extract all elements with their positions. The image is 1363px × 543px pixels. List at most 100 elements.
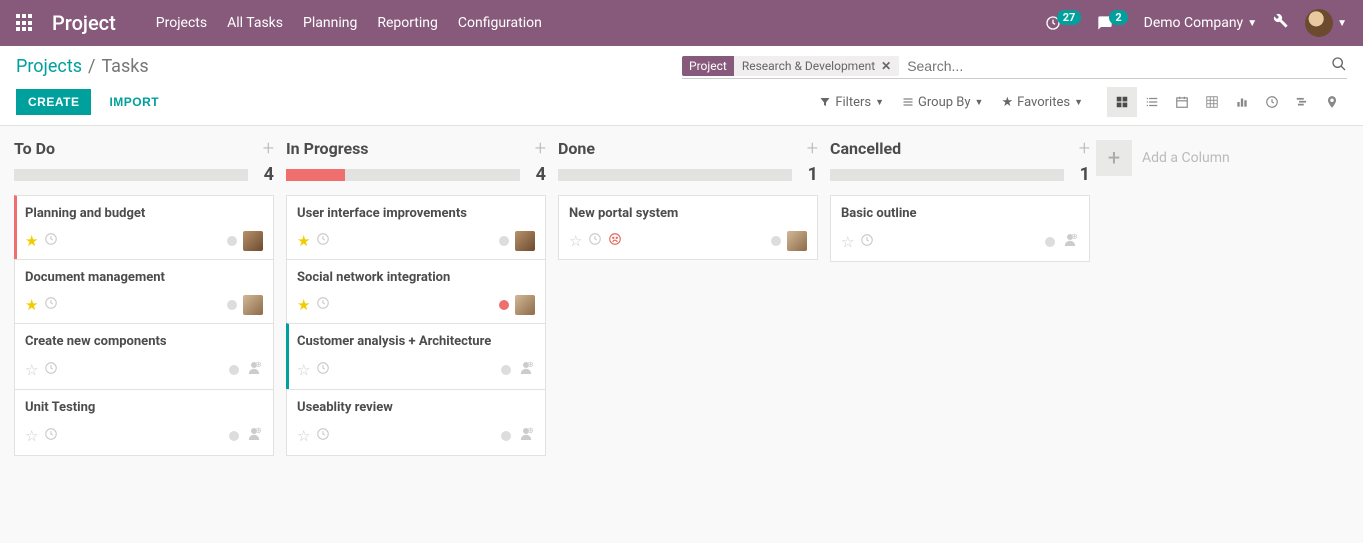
quick-create-icon[interactable]: +	[1079, 138, 1090, 158]
assignee-avatar[interactable]	[243, 295, 263, 315]
company-switcher[interactable]: Demo Company ▼	[1144, 15, 1257, 31]
kanban-card[interactable]: User interface improvements★	[286, 195, 546, 260]
column-title[interactable]: Done	[558, 139, 595, 158]
kanban-column: Cancelled+1Basic outline☆	[824, 138, 1096, 261]
pivot-view-icon[interactable]	[1197, 87, 1227, 117]
remove-facet-icon[interactable]: ✕	[881, 59, 891, 73]
assign-user-icon[interactable]	[517, 359, 535, 381]
kanban-state-dot[interactable]	[499, 236, 509, 246]
search-facet-label: Project	[682, 56, 734, 76]
company-label: Demo Company	[1144, 15, 1244, 31]
star-icon[interactable]: ☆	[25, 361, 38, 379]
assignee-avatar[interactable]	[787, 231, 807, 251]
activity-view-icon[interactable]	[1257, 87, 1287, 117]
column-progress[interactable]	[14, 169, 248, 181]
kanban-state-dot[interactable]	[501, 365, 511, 375]
activity-clock-icon[interactable]	[44, 427, 58, 445]
star-icon[interactable]: ☆	[297, 427, 310, 445]
star-icon[interactable]: ☆	[25, 427, 38, 445]
mood-sad-icon[interactable]	[608, 232, 622, 250]
map-view-icon[interactable]	[1317, 87, 1347, 117]
kanban-state-dot[interactable]	[771, 236, 781, 246]
activity-clock-icon[interactable]	[316, 296, 330, 314]
kanban-card[interactable]: Social network integration★	[286, 259, 546, 324]
kanban-column: In Progress+4User interface improvements…	[280, 138, 552, 455]
kanban-card[interactable]: Planning and budget ★	[14, 195, 274, 260]
import-button[interactable]: IMPORT	[99, 89, 169, 115]
kanban-card[interactable]: New portal system☆	[558, 195, 818, 260]
search-input[interactable]	[899, 54, 1331, 78]
search-facet-value[interactable]: Research & Development ✕	[734, 56, 899, 76]
quick-create-icon[interactable]: +	[807, 138, 818, 158]
activity-clock-icon[interactable]	[44, 361, 58, 379]
card-title: Planning and budget	[25, 206, 263, 221]
column-title[interactable]: Cancelled	[830, 139, 901, 158]
activity-clock-icon[interactable]	[316, 232, 330, 250]
nav-alltasks[interactable]: All Tasks	[227, 15, 283, 31]
star-icon[interactable]: ★	[25, 296, 38, 314]
kanban-card[interactable]: Customer analysis + Architecture☆	[286, 323, 546, 390]
kanban-view-icon[interactable]	[1107, 87, 1137, 117]
kanban-state-dot[interactable]	[229, 431, 239, 441]
add-column[interactable]: +Add a Column	[1096, 138, 1276, 176]
quick-create-icon[interactable]: +	[263, 138, 274, 158]
nav-planning[interactable]: Planning	[303, 15, 357, 31]
apps-icon[interactable]	[16, 14, 34, 32]
activity-clock-icon[interactable]	[44, 296, 58, 314]
kanban-state-dot[interactable]	[229, 365, 239, 375]
kanban-state-dot[interactable]	[227, 236, 237, 246]
breadcrumb-projects[interactable]: Projects	[16, 56, 82, 77]
assign-user-icon[interactable]	[517, 425, 535, 447]
activity-clock-icon[interactable]	[44, 232, 58, 250]
kanban-card[interactable]: Basic outline☆	[830, 195, 1090, 262]
app-brand[interactable]: Project	[52, 11, 116, 35]
nav-reporting[interactable]: Reporting	[377, 15, 438, 31]
column-title[interactable]: To Do	[14, 139, 55, 158]
kanban-state-dot[interactable]	[501, 431, 511, 441]
kanban-state-dot[interactable]	[1045, 237, 1055, 247]
activity-clock-icon[interactable]	[316, 361, 330, 379]
debug-icon[interactable]	[1273, 13, 1289, 33]
star-icon[interactable]: ☆	[841, 233, 854, 251]
groupby-dropdown[interactable]: Group By▼	[902, 95, 983, 110]
user-menu[interactable]: ▼	[1305, 9, 1347, 37]
activity-clock-icon[interactable]	[588, 232, 602, 250]
assignee-avatar[interactable]	[515, 295, 535, 315]
kanban-state-dot[interactable]	[499, 300, 509, 310]
favorites-dropdown[interactable]: ★ Favorites▼	[1001, 95, 1083, 110]
star-icon[interactable]: ★	[297, 296, 310, 314]
nav-configuration[interactable]: Configuration	[458, 15, 542, 31]
assignee-avatar[interactable]	[243, 231, 263, 251]
search-icon[interactable]	[1331, 56, 1347, 76]
kanban-state-dot[interactable]	[227, 300, 237, 310]
activity-indicator[interactable]: 27	[1045, 15, 1082, 31]
graph-view-icon[interactable]	[1227, 87, 1257, 117]
activity-clock-icon[interactable]	[316, 427, 330, 445]
calendar-view-icon[interactable]	[1167, 87, 1197, 117]
star-icon[interactable]: ☆	[569, 232, 582, 250]
assign-user-icon[interactable]	[245, 425, 263, 447]
activity-clock-icon[interactable]	[860, 233, 874, 251]
kanban-card[interactable]: Useablity review☆	[286, 389, 546, 456]
filters-dropdown[interactable]: Filters▼	[819, 95, 884, 110]
list-view-icon[interactable]	[1137, 87, 1167, 117]
column-progress[interactable]	[558, 169, 792, 181]
column-progress[interactable]	[286, 169, 520, 181]
kanban-card[interactable]: Document management★	[14, 259, 274, 324]
assign-user-icon[interactable]	[245, 359, 263, 381]
messages-indicator[interactable]: 2	[1097, 15, 1127, 31]
nav-projects[interactable]: Projects	[156, 15, 207, 31]
quick-create-icon[interactable]: +	[535, 138, 546, 158]
star-icon[interactable]: ★	[25, 232, 38, 250]
column-title[interactable]: In Progress	[286, 139, 369, 158]
star-icon[interactable]: ☆	[297, 361, 310, 379]
column-progress[interactable]	[830, 169, 1064, 181]
create-button[interactable]: CREATE	[16, 89, 91, 115]
assign-user-icon[interactable]	[1061, 231, 1079, 253]
search-bar[interactable]: Project Research & Development ✕	[682, 54, 1347, 79]
star-icon[interactable]: ★	[297, 232, 310, 250]
gantt-view-icon[interactable]	[1287, 87, 1317, 117]
kanban-card[interactable]: Unit Testing☆	[14, 389, 274, 456]
assignee-avatar[interactable]	[515, 231, 535, 251]
kanban-card[interactable]: Create new components☆	[14, 323, 274, 390]
